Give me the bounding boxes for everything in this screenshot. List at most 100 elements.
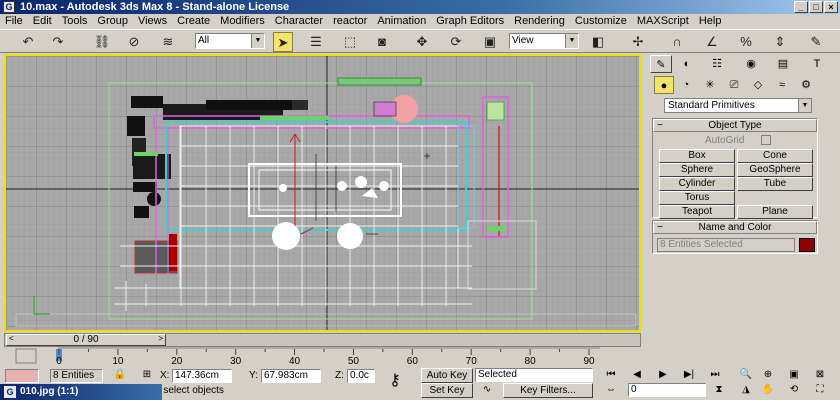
key-mode-toggle-icon[interactable]: ⇔ — [603, 383, 619, 397]
tube-button[interactable]: Tube — [737, 177, 813, 191]
object-color-swatch[interactable] — [799, 238, 815, 252]
maxscript-listener-field[interactable] — [5, 369, 39, 383]
y-coordinate-field[interactable]: 67.983cm — [261, 369, 321, 383]
auto-key-button[interactable]: Auto Key — [421, 368, 473, 383]
pivot-point-icon[interactable]: ◧ — [588, 32, 608, 52]
lock-selection-icon[interactable]: 🔒 — [112, 368, 128, 382]
x-coordinate-field[interactable]: 147.36cm — [172, 369, 232, 383]
z-coordinate-field[interactable]: 0.0c — [347, 369, 375, 383]
bind-to-space-warp-icon[interactable]: ≋ — [158, 32, 178, 52]
angle-snap-icon[interactable]: ∠ — [702, 32, 722, 52]
close-button[interactable]: × — [824, 1, 838, 13]
snap-toggle-icon[interactable]: ∩ — [667, 32, 687, 52]
menu-views[interactable]: Views — [133, 14, 172, 29]
time-next-icon[interactable]: > — [158, 334, 163, 344]
object-name-field[interactable]: 8 Entities Selected — [657, 238, 795, 252]
box-button[interactable]: Box — [659, 149, 735, 163]
select-and-move-icon[interactable]: ✥ — [412, 32, 432, 52]
helpers-icon[interactable]: ◇ — [748, 76, 768, 94]
cameras-icon[interactable]: ⎚ — [724, 76, 744, 94]
menu-customize[interactable]: Customize — [570, 14, 632, 29]
set-key-button[interactable]: Set Key — [421, 383, 473, 398]
set-key-mode-key-icon[interactable]: ⚷ — [380, 373, 410, 389]
menu-animation[interactable]: Animation — [372, 14, 431, 29]
select-and-manipulate-icon[interactable]: ✢ — [628, 32, 648, 52]
menu-graph-editors[interactable]: Graph Editors — [431, 14, 509, 29]
select-object-icon[interactable]: ➤ — [273, 32, 293, 52]
go-to-start-icon[interactable]: ⏮ — [603, 368, 619, 382]
window-crossing-icon[interactable]: ◙ — [372, 32, 392, 52]
reference-coord-dropdown[interactable]: View ▼ — [509, 33, 579, 49]
spinner-snap-icon[interactable]: ⇕ — [770, 32, 790, 52]
motion-tab-icon[interactable]: ◉ — [740, 55, 762, 73]
key-mode-dropdown[interactable]: Selected — [475, 368, 593, 382]
menu-reactor[interactable]: reactor — [328, 14, 372, 29]
arc-rotate-icon[interactable]: ⟲ — [786, 383, 802, 397]
go-to-end-icon[interactable]: ⏭ — [707, 368, 723, 382]
minimize-button[interactable]: _ — [794, 1, 808, 13]
undo-icon[interactable]: ↶ — [18, 32, 38, 52]
name-and-color-header[interactable]: − Name and Color — [653, 221, 817, 234]
torus-button[interactable]: Torus — [659, 191, 735, 205]
display-tab-icon[interactable]: ▤ — [772, 55, 794, 73]
prev-frame-icon[interactable]: ◀ — [629, 368, 645, 382]
menu-edit[interactable]: Edit — [28, 14, 57, 29]
track-bar[interactable]: 0 10 20 30 40 50 60 70 80 90 — [0, 347, 640, 367]
maximize-button[interactable]: □ — [809, 1, 823, 13]
time-prev-icon[interactable]: < — [9, 334, 14, 344]
shapes-icon[interactable]: ◔ — [676, 76, 696, 94]
redo-icon[interactable]: ↷ — [48, 32, 68, 52]
menu-file[interactable]: File — [0, 14, 28, 29]
autogrid-checkbox[interactable] — [761, 135, 771, 145]
time-slider[interactable]: < 0 / 90 > — [4, 333, 641, 347]
create-tab-icon[interactable]: ✎ — [650, 55, 672, 73]
object-type-header[interactable]: − Object Type — [653, 119, 817, 132]
menu-tools[interactable]: Tools — [57, 14, 93, 29]
named-selection-icon[interactable]: ✎ — [806, 32, 826, 52]
absolute-mode-icon[interactable]: ⊞ — [139, 368, 155, 382]
menu-help[interactable]: Help — [694, 14, 727, 29]
zoom-extents-icon[interactable]: ▣ — [786, 368, 802, 382]
play-icon[interactable]: ▶ — [655, 368, 671, 382]
percent-snap-icon[interactable]: % — [736, 32, 756, 52]
key-filters-button[interactable]: Key Filters... — [503, 383, 593, 398]
time-configuration-icon[interactable]: ⧗ — [711, 383, 727, 397]
time-slider-thumb[interactable]: < 0 / 90 > — [6, 334, 166, 346]
menu-character[interactable]: Character — [270, 14, 328, 29]
pan-icon[interactable]: ✋ — [760, 383, 776, 397]
lights-icon[interactable]: ✳ — [700, 76, 720, 94]
menu-create[interactable]: Create — [172, 14, 215, 29]
zoom-all-icon[interactable]: ⊕ — [760, 368, 776, 382]
plane-button[interactable]: Plane — [737, 205, 813, 219]
zoom-icon[interactable]: 🔍 — [738, 368, 754, 382]
key-curve-icon[interactable]: ∿ — [479, 383, 495, 397]
utilities-tab-icon[interactable]: T — [806, 55, 828, 73]
rectangular-selection-icon[interactable]: ⬚ — [340, 32, 360, 52]
select-and-scale-icon[interactable]: ▣ — [480, 32, 500, 52]
cylinder-button[interactable]: Cylinder — [659, 177, 735, 191]
menu-group[interactable]: Group — [92, 14, 133, 29]
teapot-button[interactable]: Teapot — [659, 205, 735, 219]
space-warps-icon[interactable]: ≈ — [772, 76, 792, 94]
sphere-button[interactable]: Sphere — [659, 163, 735, 177]
modify-tab-icon[interactable]: ◐ — [676, 55, 698, 73]
next-frame-icon[interactable]: ▶| — [681, 368, 697, 382]
zoom-extents-all-icon[interactable]: ⊠ — [812, 368, 828, 382]
field-of-view-icon[interactable]: ◮ — [738, 383, 754, 397]
cone-button[interactable]: Cone — [737, 149, 813, 163]
menu-modifiers[interactable]: Modifiers — [215, 14, 270, 29]
taskbar-image-window[interactable]: G 010.jpg (1:1) — [0, 384, 162, 400]
top-viewport[interactable] — [4, 54, 641, 332]
select-by-name-icon[interactable]: ☰ — [306, 32, 326, 52]
unlink-selection-icon[interactable]: ⊘ — [124, 32, 144, 52]
select-and-link-icon[interactable]: ⛓ — [92, 32, 112, 52]
select-and-rotate-icon[interactable]: ⟳ — [446, 32, 466, 52]
hierarchy-tab-icon[interactable]: ☷ — [706, 55, 728, 73]
systems-icon[interactable]: ⚙ — [796, 76, 816, 94]
maximize-viewport-icon[interactable]: ⛶ — [812, 383, 828, 397]
track-bar-ruler[interactable]: 0 10 20 30 40 50 60 70 80 90 — [0, 347, 640, 367]
selection-filter-dropdown[interactable]: All ▼ — [195, 33, 265, 49]
app-icon[interactable]: G — [3, 1, 15, 13]
geosphere-button[interactable]: GeoSphere — [737, 163, 813, 177]
menu-rendering[interactable]: Rendering — [509, 14, 570, 29]
